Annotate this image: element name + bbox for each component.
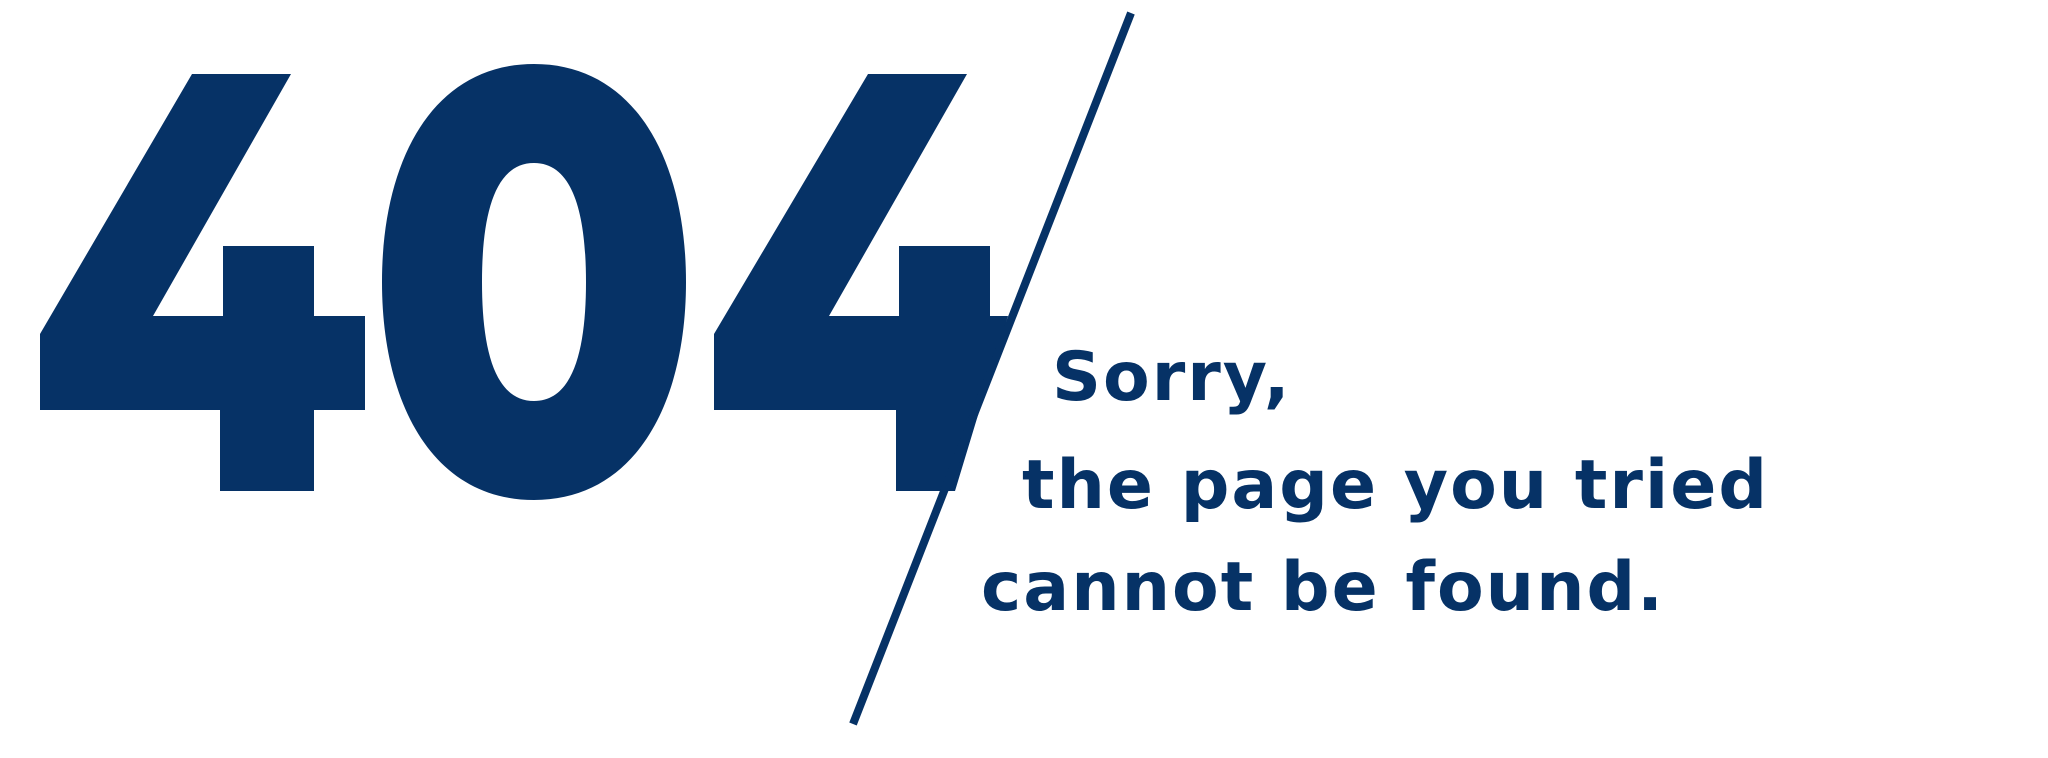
error-illustration bbox=[40, 11, 1135, 726]
page-not-found-line: the page you tried bbox=[1022, 446, 1770, 525]
error-code-digit-first-four bbox=[40, 74, 365, 491]
error-code bbox=[40, 64, 1008, 500]
apology-line: Sorry, bbox=[1052, 338, 1292, 417]
error-code-digit-zero bbox=[382, 64, 686, 500]
error-code-digit-second-four bbox=[714, 74, 1008, 491]
not-found-page: Sorry, the page you tried cannot be foun… bbox=[0, 0, 2048, 758]
cannot-be-found-line: cannot be found. bbox=[981, 548, 1666, 627]
